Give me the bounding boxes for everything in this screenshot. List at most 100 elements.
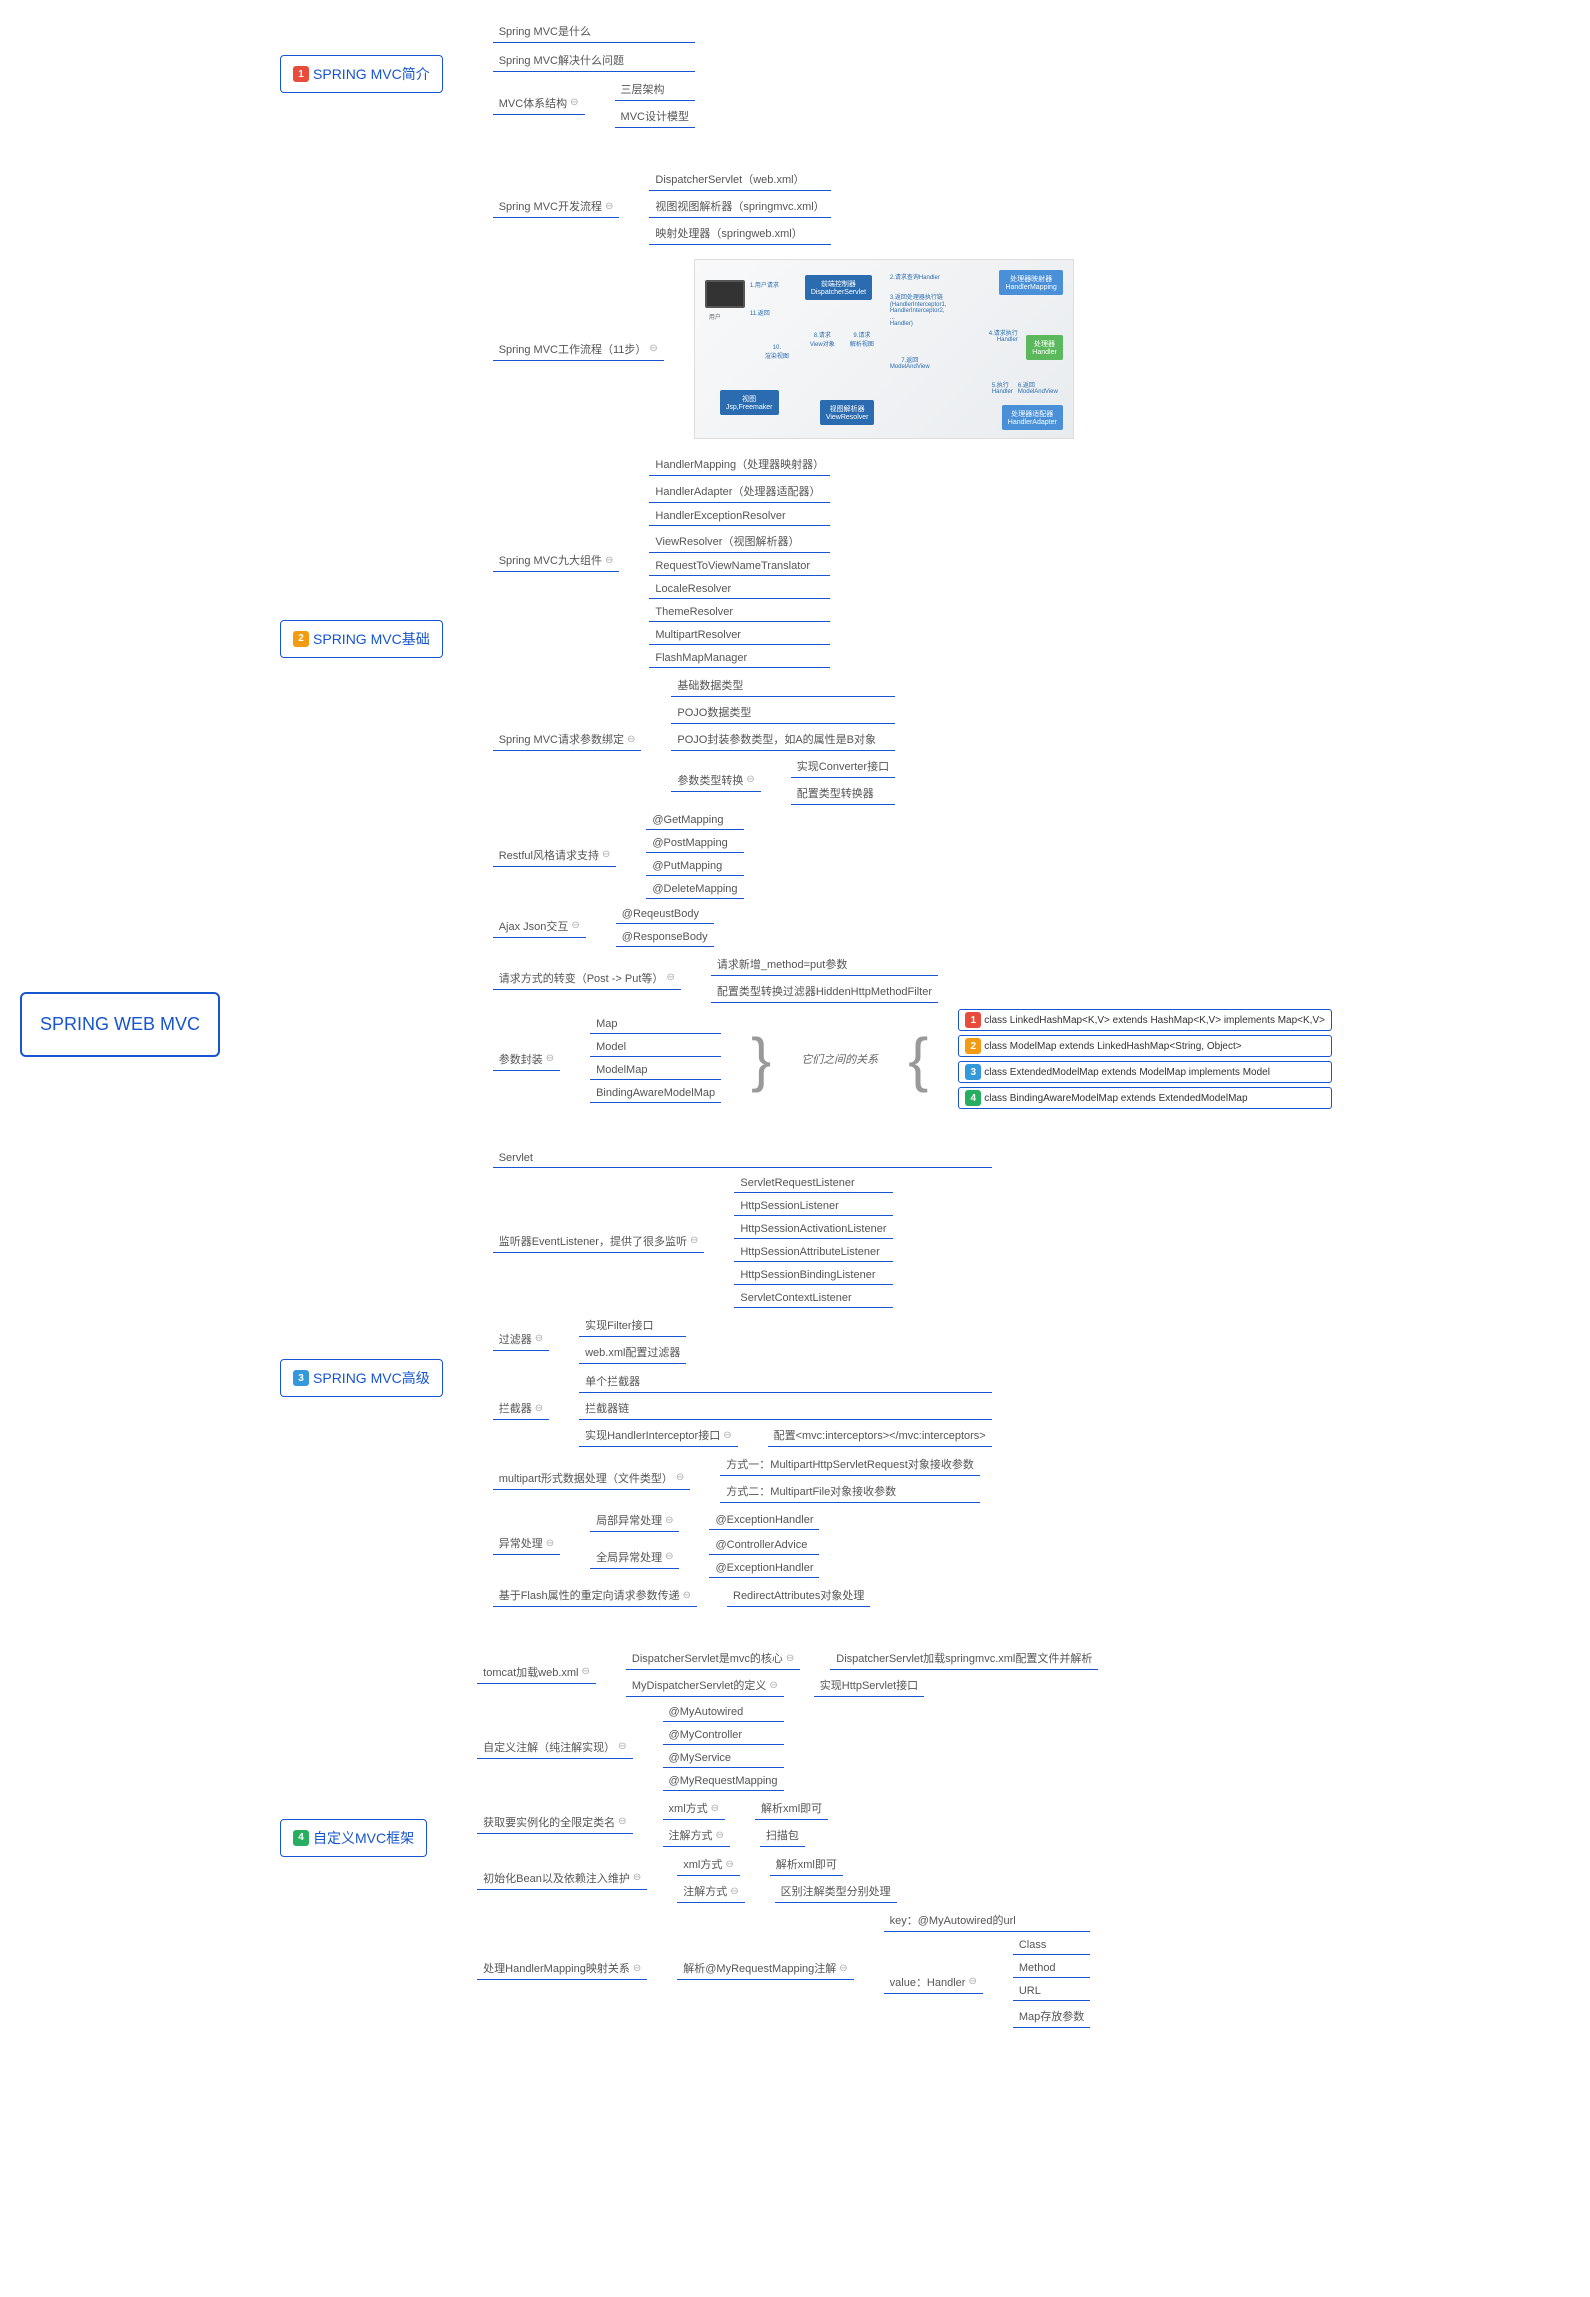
node[interactable]: @MyRequestMapping — [663, 1772, 784, 1791]
node[interactable]: Model — [590, 1038, 721, 1057]
node[interactable]: 请求方式的转变（Post -> Put等）⊖ — [493, 967, 681, 990]
node[interactable]: 解析xml即可 — [770, 1853, 843, 1876]
node[interactable]: 自定义注解（纯注解实现）⊖ — [477, 1736, 632, 1759]
node[interactable]: @ExceptionHandler — [709, 1511, 819, 1530]
node[interactable]: 解析xml即可 — [755, 1797, 828, 1820]
node[interactable]: @MyController — [663, 1726, 784, 1745]
node[interactable]: ViewResolver（视图解析器） — [649, 530, 830, 553]
node[interactable]: POJO封装参数类型，如A的属性是B对象 — [671, 728, 895, 751]
node[interactable]: DispatcherServlet加载springmvc.xml配置文件并解析 — [830, 1647, 1098, 1670]
node[interactable]: 局部异常处理⊖ — [590, 1509, 679, 1532]
node[interactable]: Spring MVC开发流程⊖ — [493, 195, 620, 218]
node[interactable]: 区别注解类型分别处理 — [775, 1880, 897, 1903]
level1-custom[interactable]: 4 自定义MVC框架 — [280, 1819, 427, 1857]
node[interactable]: tomcat加载web.xml⊖ — [477, 1661, 596, 1684]
node[interactable]: FlashMapManager — [649, 649, 830, 668]
node[interactable]: 基础数据类型 — [671, 674, 895, 697]
node[interactable]: @DeleteMapping — [646, 880, 743, 899]
node[interactable]: ServletRequestListener — [734, 1174, 892, 1193]
node[interactable]: BindingAwareModelMap — [590, 1084, 721, 1103]
level1-advanced[interactable]: 3 SPRING MVC高级 — [280, 1359, 443, 1397]
node[interactable]: Class — [1013, 1936, 1090, 1955]
node[interactable]: 监听器EventListener，提供了很多监听⊖ — [493, 1230, 705, 1253]
node[interactable]: 视图视图解析器（springmvc.xml） — [649, 195, 830, 218]
node[interactable]: MyDispatcherServlet的定义⊖ — [626, 1674, 784, 1697]
node[interactable]: Spring MVC九大组件⊖ — [493, 549, 620, 572]
node[interactable]: @ResponseBody — [616, 928, 714, 947]
node[interactable]: 方式二：MultipartFile对象接收参数 — [720, 1480, 980, 1503]
node[interactable]: 初始化Bean以及依赖注入维护⊖ — [477, 1867, 647, 1890]
node[interactable]: xml方式⊖ — [663, 1797, 726, 1820]
class-box[interactable]: 3class ExtendedModelMap extends ModelMap… — [958, 1061, 1332, 1083]
node[interactable]: @MyService — [663, 1749, 784, 1768]
node[interactable]: ModelMap — [590, 1061, 721, 1080]
node[interactable]: HandlerMapping（处理器映射器） — [649, 453, 830, 476]
node[interactable]: @ReqeustBody — [616, 905, 714, 924]
node[interactable]: 三层架构 — [615, 78, 695, 101]
node[interactable]: Spring MVC解决什么问题 — [493, 49, 695, 72]
node[interactable]: @ExceptionHandler — [709, 1559, 819, 1578]
node[interactable]: 拦截器链 — [579, 1397, 992, 1420]
node[interactable]: RequestToViewNameTranslator — [649, 557, 830, 576]
node[interactable]: MVC设计模型 — [615, 105, 695, 128]
node[interactable]: 扫描包 — [760, 1824, 805, 1847]
node[interactable]: 配置类型转换器 — [791, 782, 895, 805]
node[interactable]: URL — [1013, 1982, 1090, 2001]
node[interactable]: 基于Flash属性的重定向请求参数传递⊖ — [493, 1584, 697, 1607]
node[interactable]: POJO数据类型 — [671, 701, 895, 724]
node[interactable]: 实现Converter接口 — [791, 755, 895, 778]
node[interactable]: 注解方式⊖ — [677, 1880, 744, 1903]
node[interactable]: @MyAutowired — [663, 1703, 784, 1722]
node[interactable]: MVC体系结构⊖ — [493, 92, 585, 115]
class-box[interactable]: 4class BindingAwareModelMap extends Exte… — [958, 1087, 1332, 1109]
node[interactable]: multipart形式数据处理（文件类型）⊖ — [493, 1467, 691, 1490]
node[interactable]: HttpSessionAttributeListener — [734, 1243, 892, 1262]
node[interactable]: Ajax Json交互⊖ — [493, 915, 586, 938]
node[interactable]: 映射处理器（springweb.xml） — [649, 222, 830, 245]
node[interactable]: ServletContextListener — [734, 1289, 892, 1308]
class-box[interactable]: 1class LinkedHashMap<K,V> extends HashMa… — [958, 1009, 1332, 1031]
root-node[interactable]: SPRING WEB MVC — [20, 992, 220, 1057]
node[interactable]: 异常处理⊖ — [493, 1532, 560, 1555]
node[interactable]: 配置<mvc:interceptors></mvc:interceptors> — [768, 1424, 992, 1447]
node[interactable]: 拦截器⊖ — [493, 1397, 549, 1420]
node[interactable]: @PutMapping — [646, 857, 743, 876]
node[interactable]: 请求新增_method=put参数 — [711, 953, 938, 976]
node[interactable]: 获取要实例化的全限定类名⊖ — [477, 1811, 632, 1834]
node[interactable]: HandlerExceptionResolver — [649, 507, 830, 526]
node[interactable]: DispatcherServlet是mvc的核心⊖ — [626, 1647, 800, 1670]
level1-intro[interactable]: 1 SPRING MVC简介 — [280, 55, 443, 93]
node[interactable]: HttpSessionBindingListener — [734, 1266, 892, 1285]
node[interactable]: Spring MVC是什么 — [493, 20, 695, 43]
node[interactable]: 解析@MyRequestMapping注解⊖ — [677, 1957, 853, 1980]
node[interactable]: 单个拦截器 — [579, 1370, 992, 1393]
node[interactable]: LocaleResolver — [649, 580, 830, 599]
node[interactable]: 参数类型转换⊖ — [671, 769, 760, 792]
node[interactable]: 实现Filter接口 — [579, 1314, 686, 1337]
node[interactable]: 实现HttpServlet接口 — [814, 1674, 924, 1697]
node[interactable]: Spring MVC请求参数绑定⊖ — [493, 728, 642, 751]
node[interactable]: Map — [590, 1015, 721, 1034]
node[interactable]: ThemeResolver — [649, 603, 830, 622]
node[interactable]: 注解方式⊖ — [663, 1824, 730, 1847]
node[interactable]: @ControllerAdvice — [709, 1536, 819, 1555]
node[interactable]: Spring MVC工作流程（11步）⊖ — [493, 338, 664, 361]
node[interactable]: Servlet — [493, 1149, 992, 1168]
node[interactable]: 配置类型转换过滤器HiddenHttpMethodFilter — [711, 980, 938, 1003]
level1-basic[interactable]: 2 SPRING MVC基础 — [280, 620, 443, 658]
node[interactable]: 过滤器⊖ — [493, 1328, 549, 1351]
node[interactable]: value：Handler⊖ — [884, 1971, 983, 1994]
node[interactable]: RedirectAttributes对象处理 — [727, 1584, 870, 1607]
node[interactable]: MultipartResolver — [649, 626, 830, 645]
node[interactable]: DispatcherServlet（web.xml） — [649, 168, 830, 191]
node[interactable]: 方式一：MultipartHttpServletRequest对象接收参数 — [720, 1453, 980, 1476]
node[interactable]: HandlerAdapter（处理器适配器） — [649, 480, 830, 503]
node[interactable]: HttpSessionActivationListener — [734, 1220, 892, 1239]
node[interactable]: key：@MyAutowired的url — [884, 1909, 1091, 1932]
node[interactable]: Restful风格请求支持⊖ — [493, 844, 617, 867]
node[interactable]: Map存放参数 — [1013, 2005, 1090, 2028]
node[interactable]: Method — [1013, 1959, 1090, 1978]
node[interactable]: @PostMapping — [646, 834, 743, 853]
node[interactable]: 处理HandlerMapping映射关系⊖ — [477, 1957, 647, 1980]
node[interactable]: @GetMapping — [646, 811, 743, 830]
